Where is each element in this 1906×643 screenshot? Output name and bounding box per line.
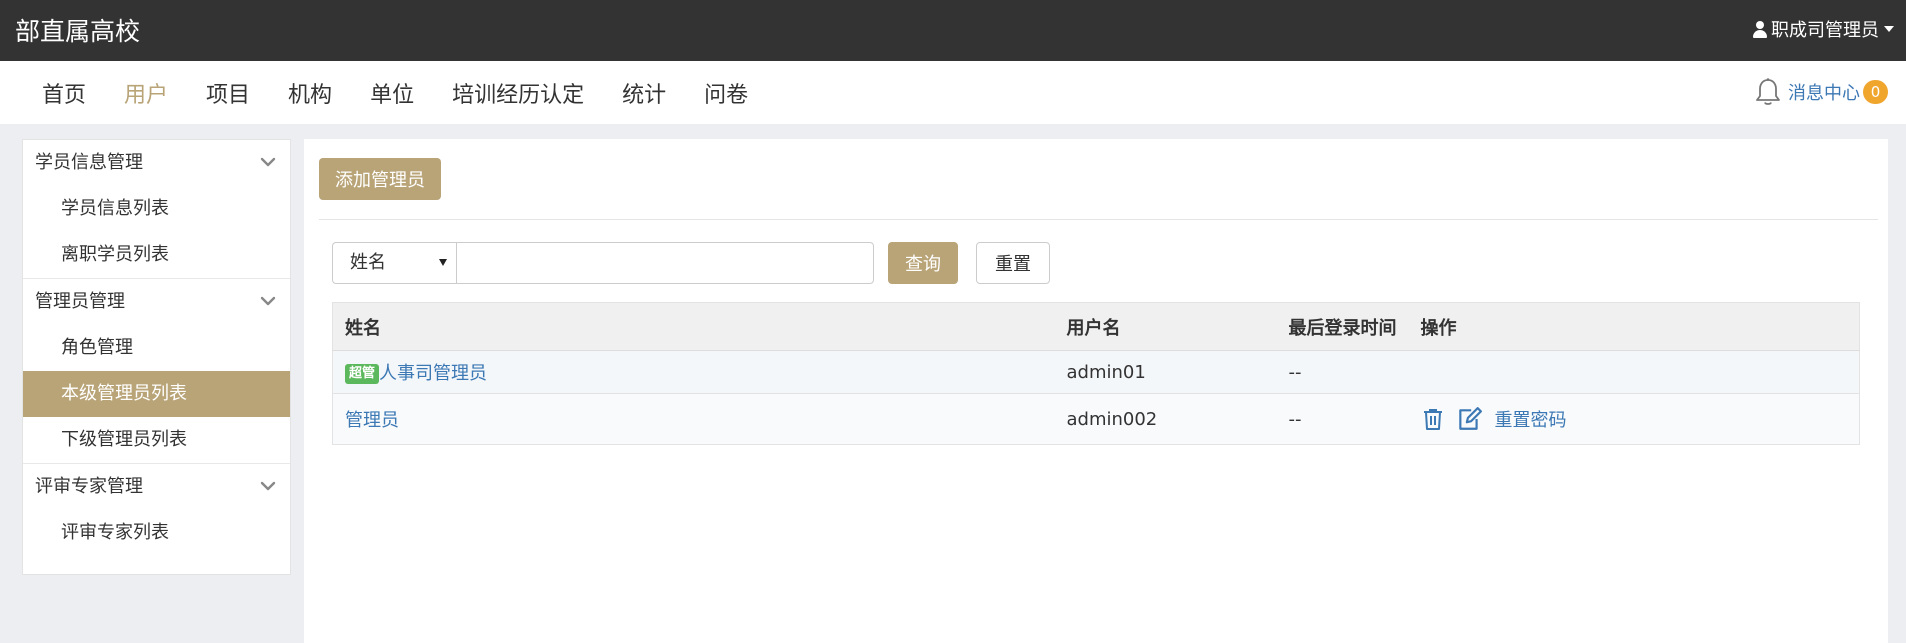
name-cell: 超管 人事司管理员: [332, 350, 1055, 394]
sidebar-item-local-admins[interactable]: 本级管理员列表: [23, 371, 290, 417]
admin-name-link[interactable]: 管理员: [345, 410, 399, 431]
nav-item-questionnaire[interactable]: 问卷: [685, 77, 767, 109]
search-input[interactable]: [456, 242, 874, 284]
last-login-cell: --: [1276, 393, 1409, 445]
message-count-badge: 0: [1863, 80, 1888, 104]
column-header-last-login[interactable]: 最后登录时间: [1276, 302, 1409, 351]
sidebar-group-header[interactable]: 评审专家管理: [23, 464, 290, 510]
caret-down-icon: [439, 259, 447, 266]
sidebar-item-sub-admins[interactable]: 下级管理员列表: [23, 417, 290, 463]
sidebar-group-title: 评审专家管理: [35, 476, 143, 497]
main-nav: 首页 用户 项目 机构 单位 培训经历认定 统计 问卷: [23, 61, 767, 124]
admin-table: 姓名 用户名 最后登录时间 操作 超管 人事司管理员 admin01 -- 管理员…: [332, 302, 1860, 445]
trash-icon[interactable]: [1421, 407, 1445, 431]
name-cell: 管理员: [332, 393, 1055, 445]
chevron-down-icon: [260, 481, 276, 491]
table-header-row: 姓名 用户名 最后登录时间 操作: [332, 302, 1860, 351]
add-admin-button[interactable]: 添加管理员: [319, 158, 441, 200]
user-label: 职成司管理员: [1771, 20, 1879, 41]
nav-item-home[interactable]: 首页: [23, 77, 105, 109]
top-bar: 部直属高校 职成司管理员: [0, 0, 1906, 61]
username-cell: admin01: [1054, 350, 1277, 394]
divider: [319, 219, 1878, 220]
person-icon: [1752, 20, 1768, 38]
column-header-actions: 操作: [1408, 302, 1860, 351]
actions-cell: 重置密码: [1408, 393, 1860, 445]
column-header-username[interactable]: 用户名: [1054, 302, 1277, 351]
message-center-link[interactable]: 消息中心 0: [1754, 77, 1888, 107]
message-center-label: 消息中心: [1788, 83, 1860, 104]
super-admin-tag: 超管: [345, 364, 380, 384]
sidebar-item-resigned-students[interactable]: 离职学员列表: [23, 232, 290, 278]
user-menu[interactable]: 职成司管理员: [1752, 16, 1894, 42]
search-bar: 姓名 查询 重置: [332, 242, 1050, 284]
nav-item-projects[interactable]: 项目: [187, 77, 269, 109]
username-cell: admin002: [1054, 393, 1277, 445]
nav-item-training-certification[interactable]: 培训经历认定: [433, 77, 603, 109]
sidebar-item-roles[interactable]: 角色管理: [23, 325, 290, 371]
caret-down-icon: [1884, 26, 1894, 32]
sidebar-group-header[interactable]: 管理员管理: [23, 279, 290, 325]
nav-item-users[interactable]: 用户: [105, 77, 187, 109]
search-field-value: 姓名: [350, 252, 386, 273]
edit-icon[interactable]: [1455, 406, 1483, 432]
last-login-cell: --: [1276, 350, 1409, 394]
sidebar-group-students: 学员信息管理 学员信息列表 离职学员列表: [23, 140, 290, 279]
reset-button[interactable]: 重置: [976, 242, 1050, 284]
query-button[interactable]: 查询: [888, 242, 958, 284]
sidebar: 学员信息管理 学员信息列表 离职学员列表 管理员管理 角色管理 本级管理员列表 …: [22, 139, 291, 575]
chevron-down-icon: [260, 296, 276, 306]
bell-icon: [1756, 78, 1780, 105]
main-panel: 添加管理员 姓名 查询 重置 姓名 用户名 最后登录时间 操作 超管 人事司管理员…: [304, 139, 1888, 643]
table-row: 管理员 admin002 -- 重置密码: [332, 393, 1860, 445]
admin-name-link[interactable]: 人事司管理员: [379, 363, 487, 384]
sidebar-group-experts: 评审专家管理 评审专家列表: [23, 464, 290, 556]
sidebar-group-admins: 管理员管理 角色管理 本级管理员列表 下级管理员列表: [23, 279, 290, 464]
table-row: 超管 人事司管理员 admin01 --: [332, 350, 1860, 394]
sidebar-group-title: 学员信息管理: [35, 152, 143, 173]
sidebar-group-header[interactable]: 学员信息管理: [23, 140, 290, 186]
row-actions: 重置密码: [1421, 406, 1860, 432]
search-field-select[interactable]: 姓名: [332, 242, 456, 284]
nav-item-units[interactable]: 单位: [351, 77, 433, 109]
sidebar-group-title: 管理员管理: [35, 291, 125, 312]
reset-password-link[interactable]: 重置密码: [1495, 406, 1567, 432]
brand-title: 部直属高校: [15, 17, 141, 46]
nav-item-institutions[interactable]: 机构: [269, 77, 351, 109]
chevron-down-icon: [260, 157, 276, 167]
main-nav-bar: 首页 用户 项目 机构 单位 培训经历认定 统计 问卷 消息中心 0: [0, 61, 1906, 124]
column-header-name[interactable]: 姓名: [332, 302, 1055, 351]
sidebar-item-expert-list[interactable]: 评审专家列表: [23, 510, 290, 556]
nav-item-statistics[interactable]: 统计: [603, 77, 685, 109]
actions-cell: [1408, 350, 1860, 394]
sidebar-item-student-list[interactable]: 学员信息列表: [23, 186, 290, 232]
